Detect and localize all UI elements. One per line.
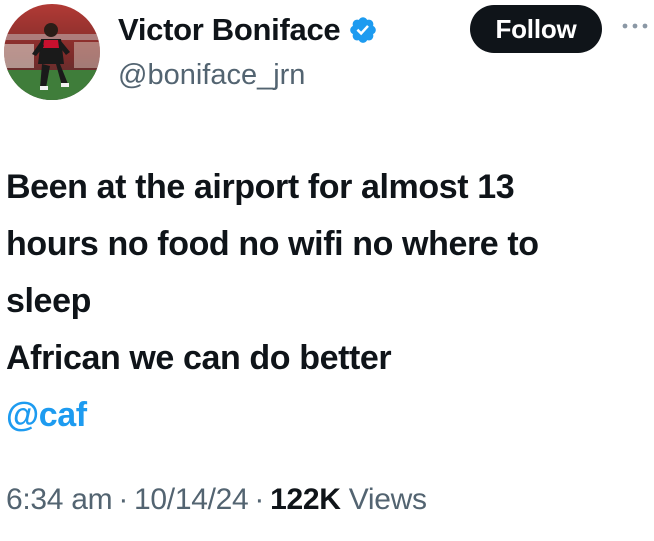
tweet-card: Victor Boniface @boniface_jrn Follow Bee…: [0, 0, 654, 541]
meta-separator: ·: [254, 483, 265, 516]
verified-badge-icon[interactable]: [348, 15, 378, 45]
author-display-name[interactable]: Victor Boniface: [118, 8, 341, 52]
tweet-text-line: African we can do better: [6, 339, 392, 377]
tweet-meta: 6:34 am · 10/14/24 · 122K Views: [6, 478, 427, 522]
tweet-text-line: sleep: [6, 282, 91, 320]
views-count: 122K: [270, 483, 341, 516]
tweet-text-line: Been at the airport for almost 13: [6, 168, 515, 206]
tweet-time[interactable]: 6:34 am: [6, 483, 113, 516]
tweet-text-line: hours no food no wifi no where to: [6, 225, 539, 263]
meta-separator: ·: [118, 483, 129, 516]
author-handle[interactable]: @boniface_jrn: [118, 55, 305, 95]
mention-link[interactable]: @caf: [6, 387, 651, 444]
views-label: Views: [348, 483, 427, 516]
follow-button[interactable]: Follow: [470, 5, 602, 53]
tweet-date[interactable]: 10/14/24: [134, 483, 249, 516]
avatar-image: [4, 4, 100, 100]
author-name-row: Victor Boniface: [118, 8, 378, 52]
avatar[interactable]: [4, 4, 100, 100]
tweet-text: Been at the airport for almost 13 hours …: [6, 159, 651, 444]
more-options-icon[interactable]: [620, 16, 650, 36]
